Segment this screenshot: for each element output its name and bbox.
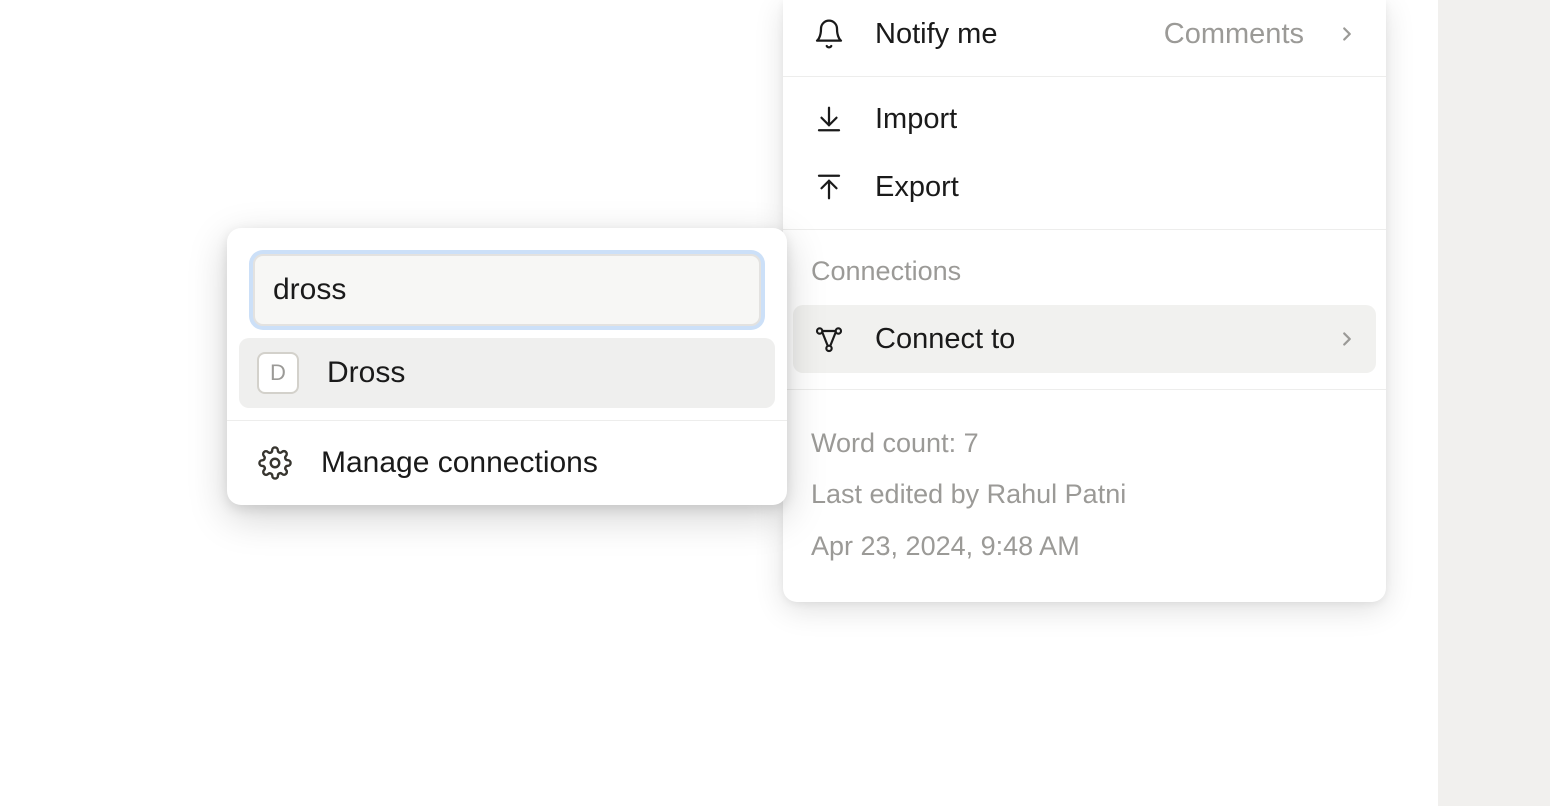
export-item[interactable]: Export [783,153,1386,221]
manage-connections-item[interactable]: Manage connections [227,421,787,505]
connections-icon [811,321,847,357]
page-margin [1438,0,1550,806]
manage-connections-label: Manage connections [321,446,598,480]
menu-item-value: Comments [1164,18,1304,51]
search-input[interactable] [253,254,761,326]
chevron-right-icon [1336,328,1358,350]
chevron-right-icon [1336,23,1358,45]
word-count-label: Word count: [811,428,964,458]
import-icon [811,101,847,137]
menu-item-label: Notify me [875,18,1136,51]
connect-to-item[interactable]: Connect to [793,305,1376,373]
connections-header: Connections [783,238,1386,297]
word-count-value: 7 [964,428,979,458]
timestamp-line: Apr 23, 2024, 9:48 AM [811,521,1358,572]
menu-divider [783,389,1386,390]
last-edited-by: Rahul Patni [987,479,1127,509]
page-info-footer: Word count: 7 Last edited by Rahul Patni… [783,398,1386,602]
export-icon [811,169,847,205]
last-edited-line: Last edited by Rahul Patni [811,469,1358,520]
search-input-wrap [227,228,787,338]
notify-me-item[interactable]: Notify me Comments [783,0,1386,68]
last-edited-prefix: Last edited by [811,479,987,509]
page-menu-panel: Notify me Comments Import Exp [783,0,1386,602]
gear-icon [257,445,293,481]
menu-divider [783,76,1386,77]
word-count-line: Word count: 7 [811,418,1358,469]
import-item[interactable]: Import [783,85,1386,153]
menu-item-label: Import [875,103,1358,136]
menu-item-label: Export [875,171,1358,204]
result-badge: D [257,352,299,394]
search-result-item[interactable]: D Dross [239,338,775,408]
menu-divider [783,229,1386,230]
connect-search-popover: D Dross Manage connections [227,228,787,505]
bell-icon [811,16,847,52]
menu-item-label: Connect to [875,323,1308,356]
result-label: Dross [327,356,405,390]
